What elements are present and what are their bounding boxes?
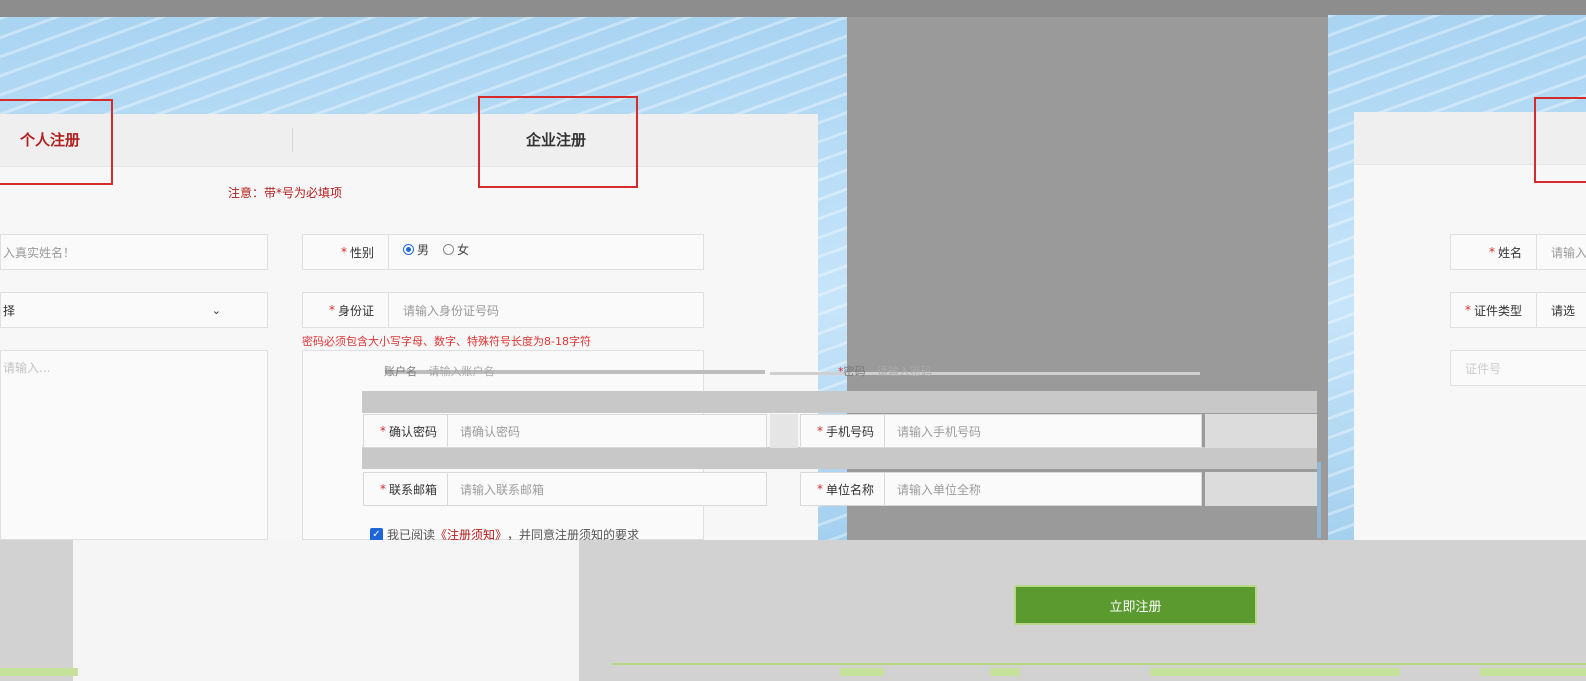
right-name-label: * 姓名 <box>1451 235 1537 269</box>
required-notice: 注意：带*号为必填项 <box>228 186 343 200</box>
right-third-fragment: 证件号 <box>1465 361 1502 376</box>
glitch-streak <box>1205 414 1317 448</box>
type-select[interactable]: 择 ⌄ <box>0 292 268 328</box>
right-name-field[interactable]: * 姓名 请输入 <box>1450 234 1586 270</box>
address-textarea[interactable]: 请输入... <box>0 350 268 540</box>
right-registration-panel: * 姓名 请输入 * 证件类型 请选 证件号 <box>1328 15 1586 540</box>
confirm-password-placeholder: 请确认密码 <box>460 424 521 439</box>
confirm-password-field[interactable]: * 确认密码 请确认密码 <box>363 414 767 448</box>
gender-female-radio[interactable]: 女 <box>443 241 469 258</box>
confirm-password-label: * 确认密码 <box>364 415 448 447</box>
name-placeholder: 入真实姓名！ <box>3 245 76 260</box>
glitch-streak <box>1205 472 1317 506</box>
highlight-right-tab <box>1534 97 1586 183</box>
overlay-top-right-fragment: *密码 请输入密码 <box>838 365 932 378</box>
tab-separator <box>292 128 293 152</box>
footer-glyph <box>1150 668 1400 676</box>
footer-white-block <box>73 540 579 681</box>
chevron-down-icon: ⌄ <box>211 303 221 317</box>
overlay-row-band <box>362 447 1317 469</box>
right-cert-type-label: * 证件类型 <box>1451 293 1537 327</box>
id-card-field[interactable]: * 身份证 请输入身份证号码 <box>302 292 704 328</box>
overlay-row-band <box>362 391 1317 413</box>
company-field[interactable]: * 单位名称 请输入单位全称 <box>800 472 1202 506</box>
glitch-streak <box>770 414 798 448</box>
footer-glyph <box>1480 668 1586 676</box>
phone-field[interactable]: * 手机号码 请输入手机号码 <box>800 414 1202 448</box>
name-field[interactable]: 入真实姓名！ <box>0 234 268 270</box>
email-field[interactable]: * 联系邮箱 请输入联系邮箱 <box>363 472 767 506</box>
submit-register-button[interactable]: 立即注册 <box>1014 585 1257 625</box>
overlay-top-fragment: 账户名 请输入账户名 <box>384 365 495 378</box>
glitch-streak <box>770 372 1200 375</box>
id-card-label: * 身份证 <box>303 293 389 327</box>
company-label: * 单位名称 <box>801 473 885 505</box>
right-third-field[interactable]: 证件号 <box>1450 350 1586 386</box>
registration-tabs: 个人注册 企业注册 <box>0 114 818 167</box>
footer-glyph <box>840 668 884 676</box>
footer-glyph <box>990 668 1020 676</box>
right-name-placeholder: 请输入 <box>1551 245 1586 260</box>
gender-male-radio[interactable]: 男 <box>403 241 429 258</box>
highlight-personal-tab <box>0 99 113 185</box>
id-card-placeholder: 请输入身份证号码 <box>403 303 500 318</box>
phone-label: * 手机号码 <box>801 415 885 447</box>
phone-placeholder: 请输入手机号码 <box>897 424 982 439</box>
email-label: * 联系邮箱 <box>364 473 448 505</box>
company-placeholder: 请输入单位全称 <box>897 482 982 497</box>
type-select-value: 择 <box>3 303 16 318</box>
email-placeholder: 请输入联系邮箱 <box>460 482 545 497</box>
address-placeholder: 请输入... <box>3 361 51 375</box>
gender-label: * 性别 <box>303 235 389 269</box>
gender-field: * 性别 男 女 <box>302 234 704 270</box>
footer-glyph <box>0 668 78 676</box>
footer-divider <box>612 663 1586 665</box>
glitch-streak <box>1317 462 1321 538</box>
password-hint: 密码必须包含大小写字母、数字、特殊符号长度为8-18字符 <box>302 335 591 348</box>
right-cert-type-select[interactable]: * 证件类型 请选 <box>1450 292 1586 328</box>
right-cert-type-value: 请选 <box>1551 303 1576 318</box>
highlight-enterprise-tab <box>478 96 638 188</box>
